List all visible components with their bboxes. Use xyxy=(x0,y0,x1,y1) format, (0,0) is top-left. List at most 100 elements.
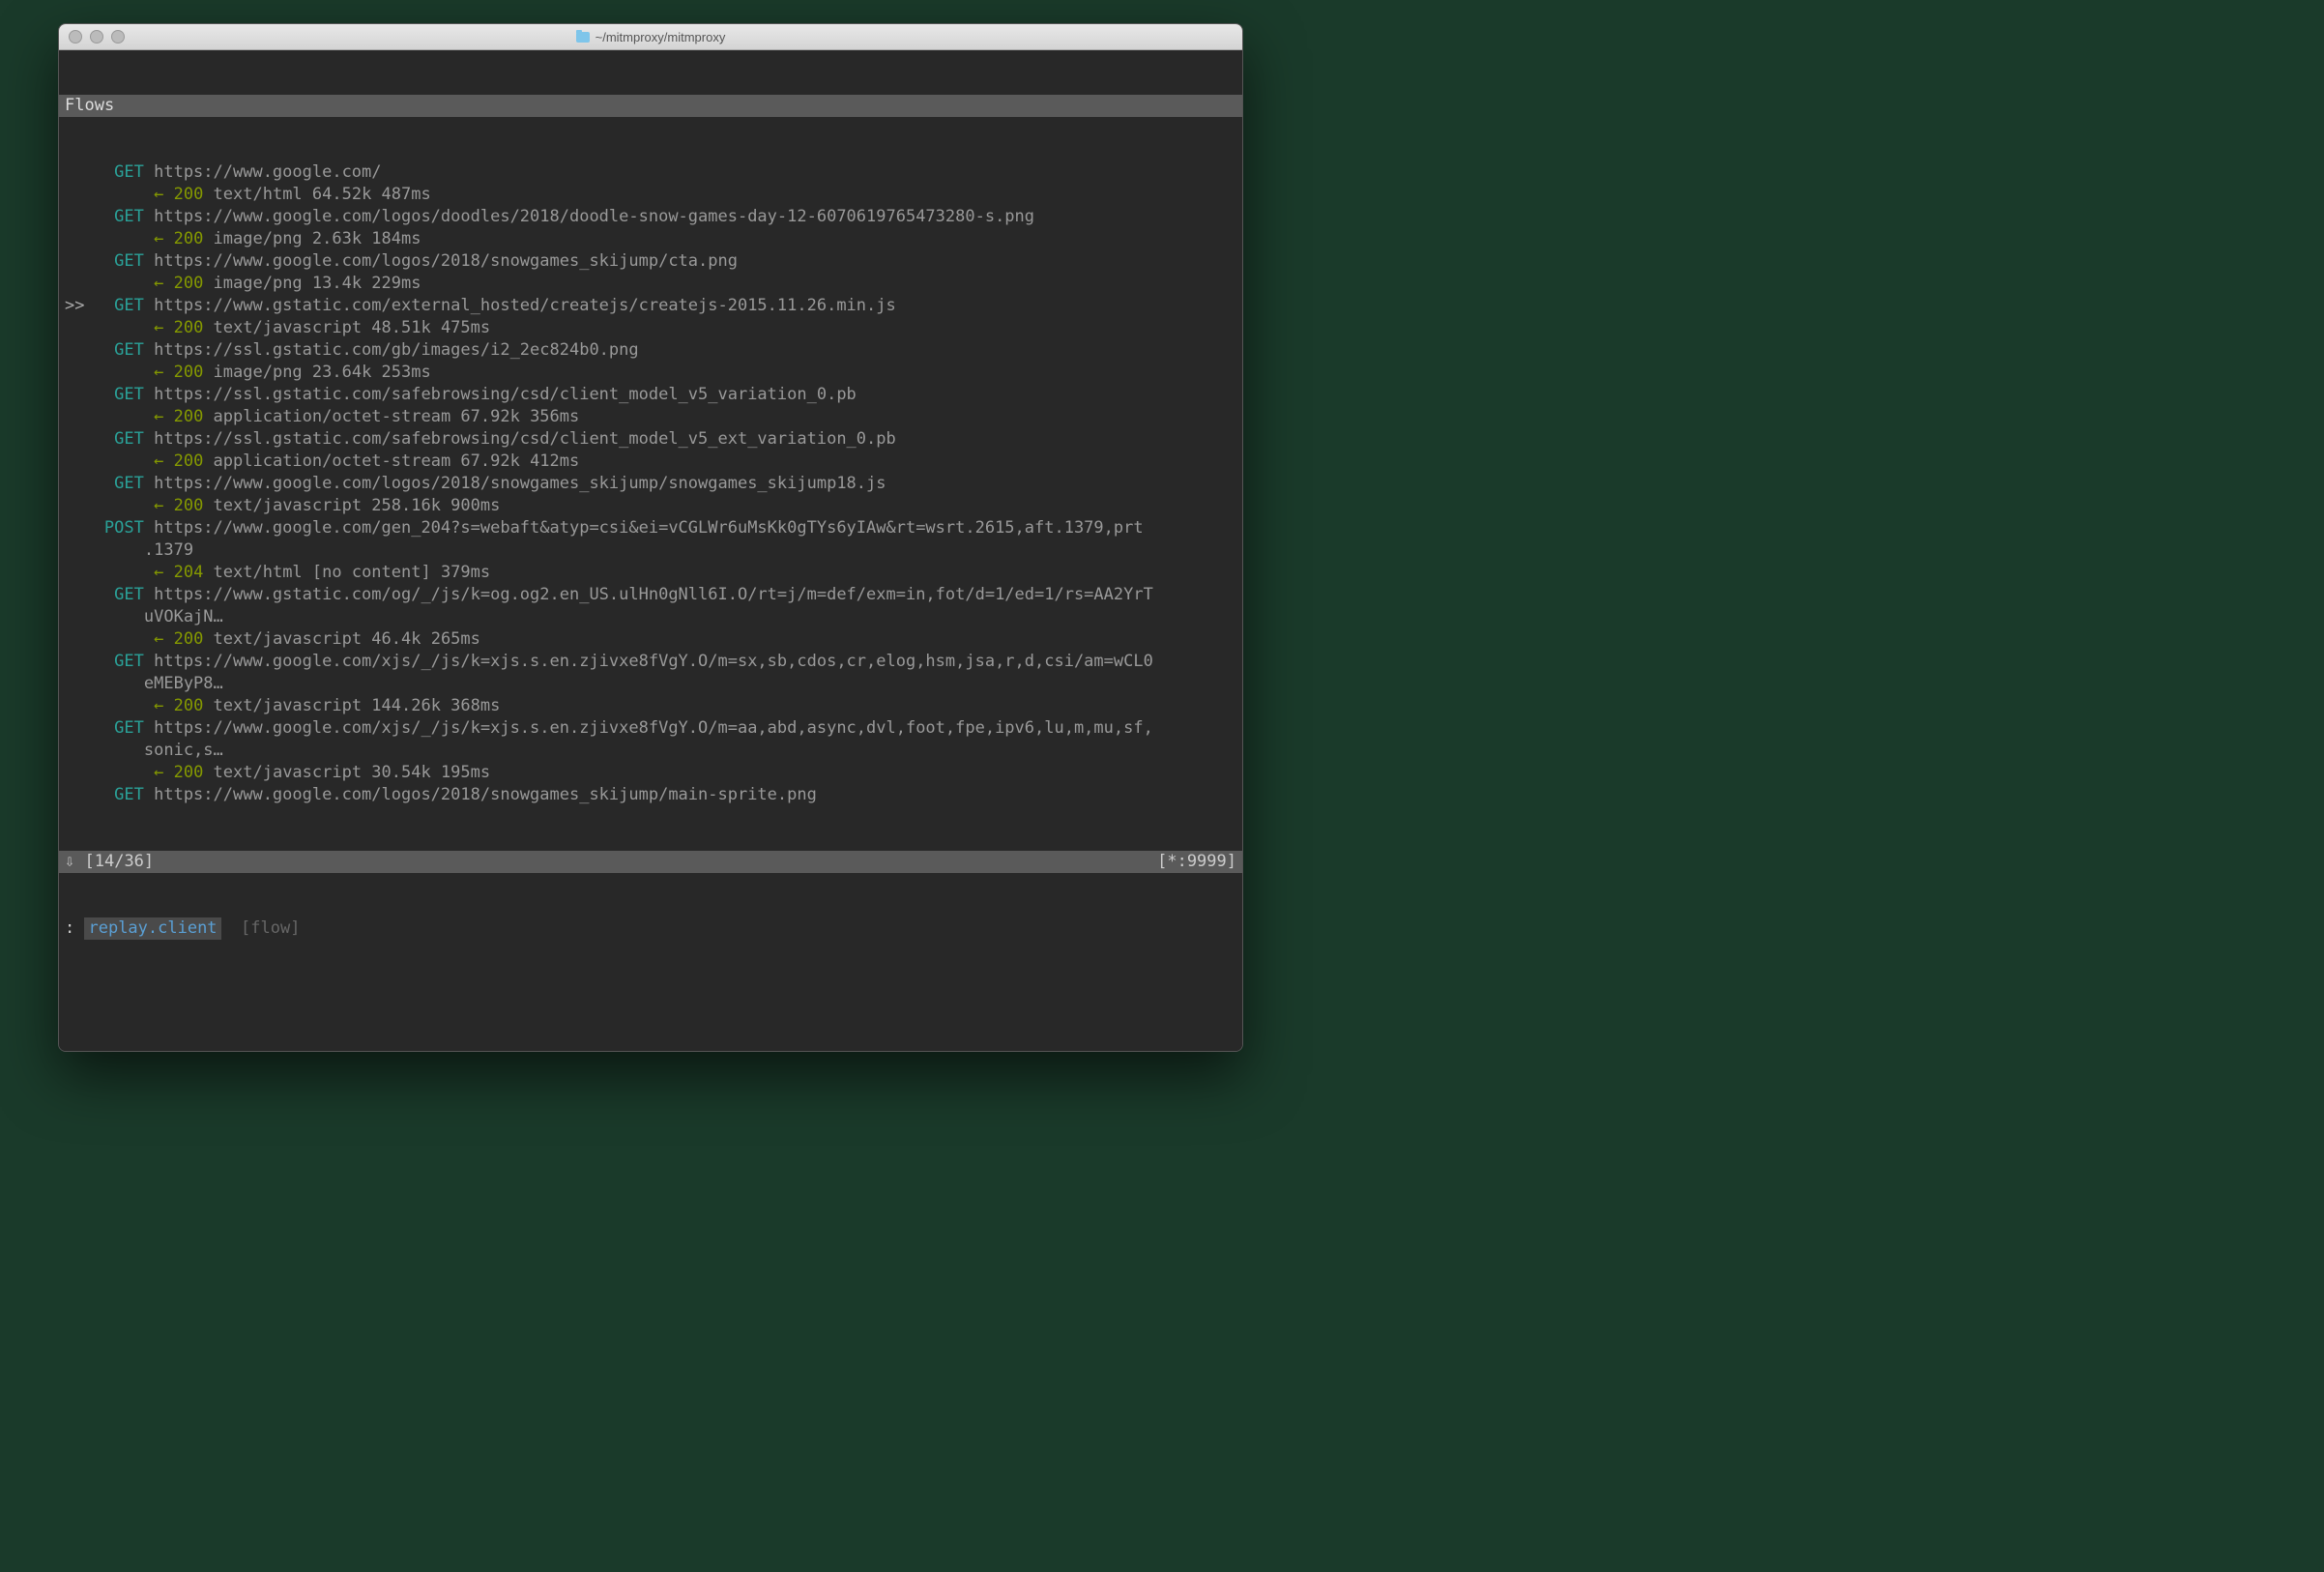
response-arrow-icon: ← xyxy=(144,228,174,250)
response-row: ← 200 application/octet-stream 67.92k 41… xyxy=(59,451,1242,473)
response-meta: text/html [no content] 379ms xyxy=(203,562,490,584)
listen-address: [*:9999] xyxy=(1157,851,1236,873)
url-continuation: .1379 xyxy=(59,539,1242,562)
response-meta: image/png 13.4k 229ms xyxy=(203,273,421,295)
http-method: GET xyxy=(95,384,154,406)
http-method: GET xyxy=(95,651,154,673)
url-continuation: eMEByP8… xyxy=(59,673,1242,695)
close-icon[interactable] xyxy=(69,30,82,44)
request-url: https://www.google.com/logos/2018/snowga… xyxy=(154,250,738,273)
position-counter: [14/36] xyxy=(85,852,155,871)
url-continuation: uVOKajN… xyxy=(59,606,1242,628)
terminal-window: ~/mitmproxy/mitmproxy Flows GEThttps://w… xyxy=(58,23,1243,1052)
flow-row[interactable]: GEThttps://ssl.gstatic.com/safebrowsing/… xyxy=(59,384,1242,406)
response-row: ← 200 text/javascript 144.26k 368ms xyxy=(59,695,1242,717)
flow-row[interactable]: GEThttps://www.google.com/ xyxy=(59,161,1242,184)
titlebar[interactable]: ~/mitmproxy/mitmproxy xyxy=(59,24,1242,50)
flow-row[interactable]: GEThttps://www.gstatic.com/og/_/js/k=og.… xyxy=(59,584,1242,606)
terminal-body[interactable]: Flows GEThttps://www.google.com/ ← 200 t… xyxy=(59,50,1242,1051)
row-gutter xyxy=(65,161,95,184)
request-url: https://www.google.com/xjs/_/js/k=xjs.s.… xyxy=(154,717,1153,740)
response-arrow-icon: ← xyxy=(144,406,174,428)
status-code: 200 xyxy=(174,184,204,206)
minimize-icon[interactable] xyxy=(90,30,103,44)
http-method: GET xyxy=(95,250,154,273)
response-row: ← 200 text/javascript 48.51k 475ms xyxy=(59,317,1242,339)
flow-row[interactable]: GEThttps://www.google.com/logos/2018/sno… xyxy=(59,473,1242,495)
response-row: ← 200 text/javascript 30.54k 195ms xyxy=(59,762,1242,784)
response-meta: application/octet-stream 67.92k 412ms xyxy=(203,451,579,473)
window-title: ~/mitmproxy/mitmproxy xyxy=(59,30,1242,44)
http-method: GET xyxy=(95,161,154,184)
response-arrow-icon: ← xyxy=(144,562,174,584)
response-row: ← 200 application/octet-stream 67.92k 35… xyxy=(59,406,1242,428)
response-meta: text/javascript 48.51k 475ms xyxy=(203,317,490,339)
row-gutter xyxy=(65,717,95,740)
status-code: 200 xyxy=(174,362,204,384)
response-meta: text/javascript 30.54k 195ms xyxy=(203,762,490,784)
http-method: GET xyxy=(95,295,154,317)
request-url: https://www.google.com/logos/2018/snowga… xyxy=(154,473,886,495)
response-row: ← 200 text/javascript 258.16k 900ms xyxy=(59,495,1242,517)
status-code: 200 xyxy=(174,495,204,517)
row-gutter: >> xyxy=(65,295,95,317)
response-arrow-icon: ← xyxy=(144,184,174,206)
url-cont-text: uVOKajN… xyxy=(144,606,223,628)
status-code: 200 xyxy=(174,762,204,784)
command-hint: [flow] xyxy=(241,917,300,940)
flow-row[interactable]: GEThttps://www.google.com/logos/2018/sno… xyxy=(59,250,1242,273)
http-method: GET xyxy=(95,784,154,806)
status-bar: ⇩ [14/36] [*:9999] xyxy=(59,851,1242,873)
command-input[interactable]: replay.client xyxy=(84,917,220,940)
flow-row[interactable]: GEThttps://www.google.com/logos/doodles/… xyxy=(59,206,1242,228)
url-cont-text: .1379 xyxy=(144,539,193,562)
status-code: 200 xyxy=(174,228,204,250)
response-arrow-icon: ← xyxy=(144,628,174,651)
maximize-icon[interactable] xyxy=(111,30,125,44)
flow-list[interactable]: GEThttps://www.google.com/ ← 200 text/ht… xyxy=(59,161,1242,806)
scroll-down-icon: ⇩ xyxy=(65,852,74,871)
folder-icon xyxy=(576,32,590,43)
request-url: https://ssl.gstatic.com/gb/images/i2_2ec… xyxy=(154,339,639,362)
flow-row[interactable]: >> GEThttps://www.gstatic.com/external_h… xyxy=(59,295,1242,317)
http-method: GET xyxy=(95,473,154,495)
response-row: ← 204 text/html [no content] 379ms xyxy=(59,562,1242,584)
window-title-text: ~/mitmproxy/mitmproxy xyxy=(596,30,726,44)
http-method: GET xyxy=(95,428,154,451)
status-code: 200 xyxy=(174,317,204,339)
response-meta: application/octet-stream 67.92k 356ms xyxy=(203,406,579,428)
command-bar[interactable]: : replay.client [flow] xyxy=(59,917,1242,940)
response-arrow-icon: ← xyxy=(144,495,174,517)
response-arrow-icon: ← xyxy=(144,451,174,473)
row-gutter xyxy=(65,250,95,273)
traffic-lights xyxy=(69,30,125,44)
flow-row[interactable]: GEThttps://ssl.gstatic.com/safebrowsing/… xyxy=(59,428,1242,451)
flow-row[interactable]: GEThttps://ssl.gstatic.com/gb/images/i2_… xyxy=(59,339,1242,362)
response-row: ← 200 image/png 23.64k 253ms xyxy=(59,362,1242,384)
response-arrow-icon: ← xyxy=(144,695,174,717)
flow-row[interactable]: GEThttps://www.google.com/xjs/_/js/k=xjs… xyxy=(59,651,1242,673)
status-code: 200 xyxy=(174,695,204,717)
row-gutter xyxy=(65,473,95,495)
flow-row[interactable]: POSThttps://www.google.com/gen_204?s=web… xyxy=(59,517,1242,539)
response-meta: text/javascript 46.4k 265ms xyxy=(203,628,480,651)
request-url: https://www.google.com/gen_204?s=webaft&… xyxy=(154,517,1144,539)
http-method: GET xyxy=(95,339,154,362)
status-code: 204 xyxy=(174,562,204,584)
http-method: GET xyxy=(95,584,154,606)
flow-row[interactable]: GEThttps://www.google.com/xjs/_/js/k=xjs… xyxy=(59,717,1242,740)
row-gutter xyxy=(65,651,95,673)
flow-row[interactable]: GEThttps://www.google.com/logos/2018/sno… xyxy=(59,784,1242,806)
request-url: https://www.google.com/xjs/_/js/k=xjs.s.… xyxy=(154,651,1153,673)
request-url: https://www.google.com/ xyxy=(154,161,381,184)
response-row: ← 200 image/png 13.4k 229ms xyxy=(59,273,1242,295)
status-code: 200 xyxy=(174,406,204,428)
response-arrow-icon: ← xyxy=(144,273,174,295)
status-code: 200 xyxy=(174,451,204,473)
row-gutter xyxy=(65,784,95,806)
url-cont-text: eMEByP8… xyxy=(144,673,223,695)
response-meta: text/javascript 258.16k 900ms xyxy=(203,495,500,517)
response-arrow-icon: ← xyxy=(144,317,174,339)
response-row: ← 200 text/html 64.52k 487ms xyxy=(59,184,1242,206)
response-meta: text/html 64.52k 487ms xyxy=(203,184,430,206)
